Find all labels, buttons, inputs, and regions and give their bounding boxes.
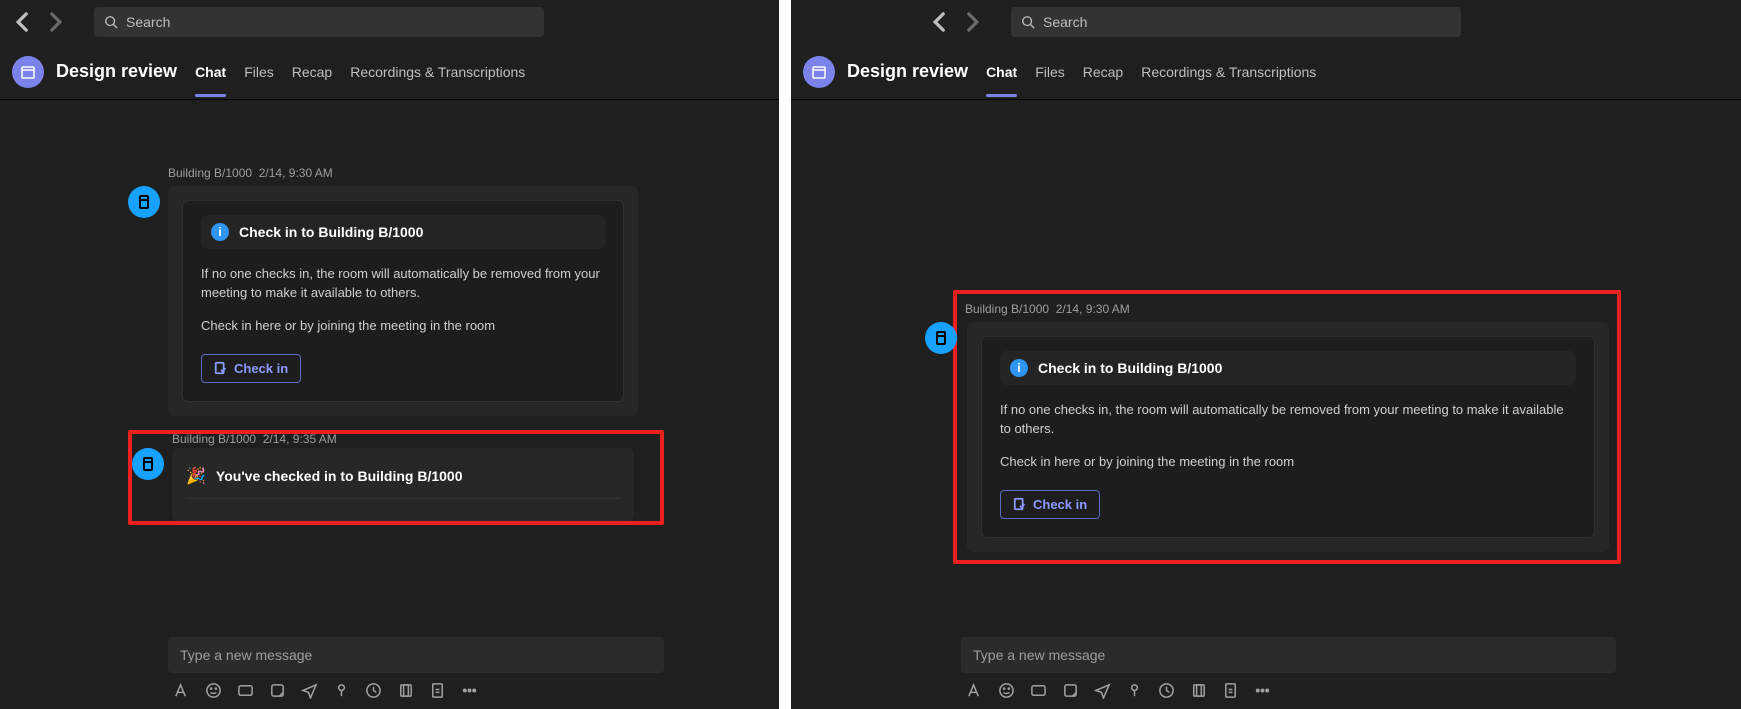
tab-files[interactable]: Files [244,48,274,96]
room-icon [140,456,156,472]
info-icon: i [1010,359,1028,377]
chat-header-left: Design review Chat Files Recap Recording… [0,44,779,100]
tab-recordings[interactable]: Recordings & Transcriptions [350,48,525,96]
gif-icon[interactable] [1029,681,1047,699]
loop-icon[interactable] [1125,681,1143,699]
emoji-icon[interactable] [204,681,222,699]
search-input[interactable]: Search [94,7,544,37]
forward-button[interactable] [42,9,68,35]
schedule-icon[interactable] [1157,681,1175,699]
tabs-left: Chat Files Recap Recordings & Transcript… [195,48,525,96]
info-icon: i [211,223,229,241]
conversation-left: Building B/1000 2/14, 9:30 AM i Check in… [128,166,664,525]
checkin-icon [214,361,228,375]
message-row: i Check in to Building B/1000 If no one … [965,322,1609,552]
send-file-icon[interactable] [300,681,318,699]
success-text: You've checked in to Building B/1000 [216,468,463,484]
emoji-icon[interactable] [997,681,1015,699]
sticker-icon[interactable] [1061,681,1079,699]
send-file-icon[interactable] [1093,681,1111,699]
gif-icon[interactable] [236,681,254,699]
meeting-title: Design review [847,61,968,82]
pane-right: Search Design review Chat Files Recap Re… [791,0,1741,709]
more-icon[interactable] [460,681,478,699]
card-title: Check in to Building B/1000 [1038,360,1222,376]
compose-area-right: Type a new message [961,637,1616,701]
message-meta: Building B/1000 2/14, 9:30 AM [965,302,1609,316]
meeting-avatar [803,56,835,88]
room-avatar-2 [132,448,164,480]
tab-files[interactable]: Files [1035,48,1065,96]
party-popper-icon: 🎉 [186,466,206,486]
card-body-1: If no one checks in, the room will autom… [201,265,605,303]
meeting-avatar [12,56,44,88]
chat-header-right: Design review Chat Files Recap Recording… [791,44,1741,100]
schedule-icon[interactable] [364,681,382,699]
meeting-title: Design review [56,61,177,82]
search-input[interactable]: Search [1011,7,1461,37]
highlight-left: Building B/1000 2/14, 9:35 AM 🎉 You've c… [128,430,664,525]
attach-icon[interactable] [396,681,414,699]
search-placeholder: Search [126,14,170,30]
checkin-icon [1013,497,1027,511]
room-avatar [925,322,957,354]
format-icon[interactable] [172,681,190,699]
message-row-1: i Check in to Building B/1000 If no one … [128,186,664,416]
card-body-1: If no one checks in, the room will autom… [1000,401,1576,439]
pane-separator [779,0,791,709]
checkin-card: i Check in to Building B/1000 If no one … [967,322,1609,552]
loop-icon[interactable] [332,681,350,699]
topbar-right: Search [791,0,1741,44]
tab-recordings[interactable]: Recordings & Transcriptions [1141,48,1316,96]
approvals-icon[interactable] [428,681,446,699]
message-timestamp: 2/14, 9:30 AM [259,166,333,180]
compose-input[interactable]: Type a new message [961,637,1616,673]
success-card: 🎉 You've checked in to Building B/1000 [172,448,634,521]
card-title: Check in to Building B/1000 [239,224,423,240]
sticker-icon[interactable] [268,681,286,699]
compose-toolbar [168,679,664,701]
topbar-left: Search [0,0,779,44]
room-icon [933,330,949,346]
forward-button[interactable] [959,9,985,35]
message-sender: Building B/1000 [168,166,252,180]
room-avatar [128,186,160,218]
format-icon[interactable] [965,681,983,699]
search-icon [1021,15,1035,29]
checkin-button[interactable]: Check in [1000,490,1100,519]
approvals-icon[interactable] [1221,681,1239,699]
card-body-2: Check in here or by joining the meeting … [201,317,605,336]
search-icon [104,15,118,29]
card-body-2: Check in here or by joining the meeting … [1000,453,1576,472]
calendar-icon [811,64,827,80]
more-icon[interactable] [1253,681,1271,699]
tab-chat[interactable]: Chat [986,48,1017,96]
room-icon [136,194,152,210]
tab-recap[interactable]: Recap [292,48,332,96]
message-meta: Building B/1000 2/14, 9:30 AM [168,166,664,180]
checkin-label: Check in [234,361,288,376]
checkin-button[interactable]: Check in [201,354,301,383]
message-meta-2: Building B/1000 2/14, 9:35 AM [172,432,660,446]
back-button[interactable] [927,9,953,35]
tab-recap[interactable]: Recap [1083,48,1123,96]
tab-chat[interactable]: Chat [195,48,226,96]
calendar-icon [20,64,36,80]
highlight-right: Building B/1000 2/14, 9:30 AM i Check in… [953,290,1621,564]
compose-area-left: Type a new message [168,637,664,701]
pane-left: Search Design review Chat Files Recap Re… [0,0,779,709]
tabs-right: Chat Files Recap Recordings & Transcript… [986,48,1316,96]
back-button[interactable] [10,9,36,35]
attach-icon[interactable] [1189,681,1207,699]
checkin-card: i Check in to Building B/1000 If no one … [168,186,638,416]
compose-toolbar [961,679,1616,701]
compose-input[interactable]: Type a new message [168,637,664,673]
